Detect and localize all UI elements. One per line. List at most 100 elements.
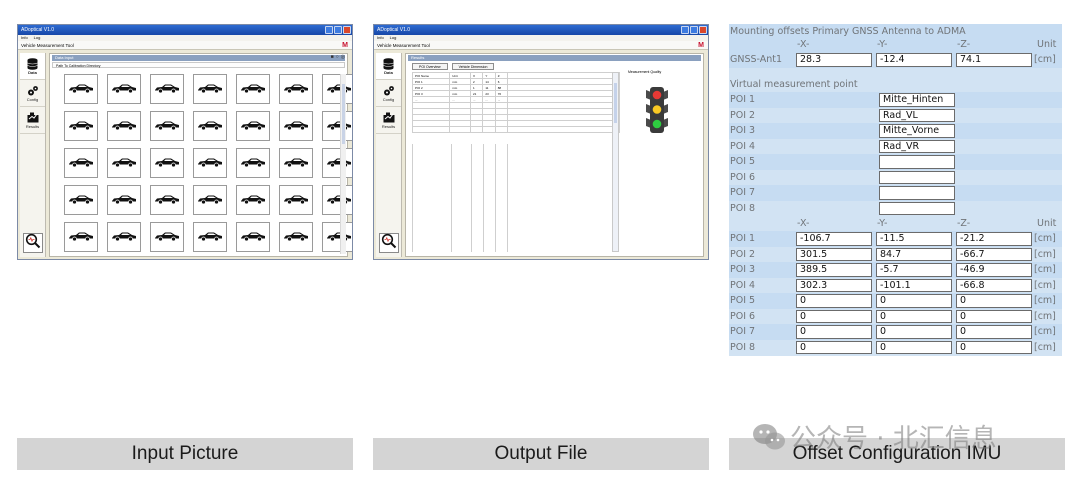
image-thumbnail[interactable] xyxy=(193,185,227,215)
vertical-scrollbar[interactable] xyxy=(340,74,346,254)
tab-poi-overview[interactable]: POI Overview xyxy=(412,63,448,70)
sidebar-item-config[interactable]: Config xyxy=(20,80,45,107)
poi-name-field[interactable]: Rad_VR xyxy=(879,139,955,153)
tab-vehicle-dimension[interactable]: Vehicle Dimension xyxy=(451,63,495,70)
image-thumbnail[interactable] xyxy=(236,74,270,104)
close-button[interactable] xyxy=(343,26,351,34)
image-thumbnail[interactable] xyxy=(279,111,313,141)
poi-x-field[interactable]: 389.5 xyxy=(796,263,872,277)
poi-name-field[interactable]: Mitte_Hinten xyxy=(879,93,955,107)
scrollbar-thumb[interactable] xyxy=(614,83,617,123)
antenna-y-field[interactable]: -12.4 xyxy=(876,53,952,67)
minimize-button[interactable] xyxy=(325,26,333,34)
poi-z-field[interactable]: 0 xyxy=(956,340,1032,354)
image-thumbnail[interactable] xyxy=(64,185,98,215)
image-thumbnail[interactable] xyxy=(150,185,184,215)
poi-z-field[interactable]: -66.7 xyxy=(956,247,1032,261)
refresh-icon[interactable]: ○ xyxy=(336,54,339,60)
poi-label: POI 2 xyxy=(730,248,756,260)
image-thumbnail[interactable] xyxy=(107,148,141,178)
image-thumbnail[interactable] xyxy=(150,111,184,141)
poi-y-field[interactable]: 84.7 xyxy=(876,247,952,261)
image-thumbnail[interactable] xyxy=(322,111,352,141)
image-thumbnail[interactable] xyxy=(236,222,270,252)
close-button[interactable] xyxy=(699,26,707,34)
poi-label: POI 1 xyxy=(730,233,756,244)
poi-name-field[interactable] xyxy=(879,155,955,169)
image-thumbnail[interactable] xyxy=(193,74,227,104)
path-field[interactable]: Path To Calibration Directory xyxy=(52,62,345,68)
poi-name-field[interactable] xyxy=(879,201,955,215)
poi-y-field[interactable]: 0 xyxy=(876,309,952,323)
image-thumbnail[interactable] xyxy=(236,148,270,178)
sidebar-item-data[interactable]: Data xyxy=(376,53,401,80)
table-row[interactable] xyxy=(411,126,620,133)
minimize-button[interactable] xyxy=(681,26,689,34)
table-scrollbar[interactable] xyxy=(612,72,619,252)
image-thumbnail[interactable] xyxy=(150,148,184,178)
sidebar-item-data[interactable]: Data xyxy=(20,53,45,80)
poi-y-field[interactable]: -101.1 xyxy=(876,278,952,292)
antenna-x-field[interactable]: 28.3 xyxy=(796,53,872,67)
image-thumbnail[interactable] xyxy=(107,222,141,252)
image-thumbnail[interactable] xyxy=(64,222,98,252)
settings-icon[interactable]: ◎ xyxy=(341,54,345,60)
poi-z-field[interactable]: 0 xyxy=(956,325,1032,339)
image-thumbnail[interactable] xyxy=(322,222,352,252)
poi-name-field[interactable] xyxy=(879,170,955,184)
poi-x-field[interactable]: 301.5 xyxy=(796,247,872,261)
poi-x-field[interactable]: 0 xyxy=(796,294,872,308)
image-thumbnail[interactable] xyxy=(64,148,98,178)
image-thumbnail[interactable] xyxy=(107,74,141,104)
poi-z-field[interactable]: -66.8 xyxy=(956,278,1032,292)
analysis-button[interactable] xyxy=(23,233,43,253)
poi-offset-row: POI 6 0 0 0 [cm] xyxy=(729,309,1062,325)
poi-z-field[interactable]: 0 xyxy=(956,294,1032,308)
image-thumbnail[interactable] xyxy=(193,111,227,141)
poi-y-field[interactable]: 0 xyxy=(876,294,952,308)
analysis-button[interactable] xyxy=(379,233,399,253)
image-thumbnail[interactable] xyxy=(279,185,313,215)
poi-y-field[interactable]: -11.5 xyxy=(876,232,952,246)
image-thumbnail[interactable] xyxy=(64,111,98,141)
wechat-icon xyxy=(753,423,785,449)
maximize-button[interactable] xyxy=(334,26,342,34)
image-thumbnail[interactable] xyxy=(64,74,98,104)
image-thumbnail[interactable] xyxy=(279,148,313,178)
offset-header-row: -X- -Y- -Z- Unit xyxy=(729,216,1062,232)
sidebar-item-results[interactable]: Results xyxy=(376,107,401,134)
poi-y-field[interactable]: 0 xyxy=(876,340,952,354)
poi-y-field[interactable]: 0 xyxy=(876,325,952,339)
antenna-z-field[interactable]: 74.1 xyxy=(956,53,1032,67)
image-thumbnail[interactable] xyxy=(322,185,352,215)
poi-x-field[interactable]: 302.3 xyxy=(796,278,872,292)
folder-icon[interactable]: ■ xyxy=(331,54,334,60)
image-thumbnail[interactable] xyxy=(322,74,352,104)
sidebar-item-results[interactable]: Results xyxy=(20,107,45,134)
poi-x-field[interactable]: 0 xyxy=(796,325,872,339)
image-thumbnail[interactable] xyxy=(193,148,227,178)
scrollbar-thumb[interactable] xyxy=(342,84,345,144)
poi-z-field[interactable]: -21.2 xyxy=(956,232,1032,246)
image-thumbnail[interactable] xyxy=(107,185,141,215)
poi-name-field[interactable]: Mitte_Vorne xyxy=(879,124,955,138)
image-thumbnail[interactable] xyxy=(322,148,352,178)
image-thumbnail[interactable] xyxy=(279,74,313,104)
image-thumbnail[interactable] xyxy=(107,111,141,141)
image-thumbnail[interactable] xyxy=(193,222,227,252)
sidebar-item-config[interactable]: Config xyxy=(376,80,401,107)
poi-x-field[interactable]: 0 xyxy=(796,309,872,323)
poi-z-field[interactable]: -46.9 xyxy=(956,263,1032,277)
image-thumbnail[interactable] xyxy=(236,185,270,215)
poi-x-field[interactable]: -106.7 xyxy=(796,232,872,246)
image-thumbnail[interactable] xyxy=(236,111,270,141)
maximize-button[interactable] xyxy=(690,26,698,34)
poi-name-field[interactable]: Rad_VL xyxy=(879,108,955,122)
poi-x-field[interactable]: 0 xyxy=(796,340,872,354)
poi-name-field[interactable] xyxy=(879,186,955,200)
image-thumbnail[interactable] xyxy=(279,222,313,252)
poi-z-field[interactable]: 0 xyxy=(956,309,1032,323)
poi-y-field[interactable]: -5.7 xyxy=(876,263,952,277)
image-thumbnail[interactable] xyxy=(150,222,184,252)
image-thumbnail[interactable] xyxy=(150,74,184,104)
